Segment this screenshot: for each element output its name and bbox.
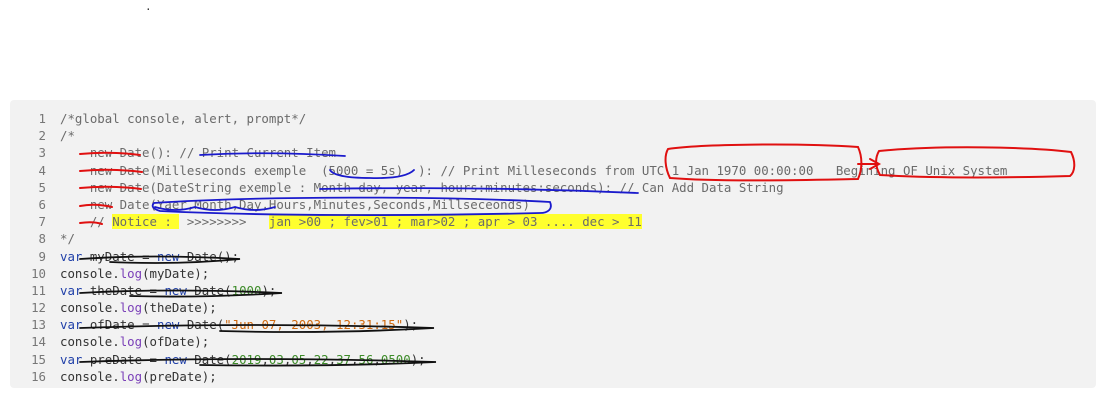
line-number: 13 bbox=[31, 317, 46, 333]
code-token: preDate = bbox=[82, 351, 165, 367]
code-token: var bbox=[60, 317, 83, 333]
code-token: /* bbox=[60, 128, 75, 144]
code-token: new Date(DateString exemple : Month day,… bbox=[60, 179, 784, 195]
code-token: , bbox=[306, 351, 314, 367]
code-token: 0500 bbox=[380, 351, 411, 367]
line-number: 3 bbox=[38, 145, 46, 161]
code-token: var bbox=[60, 351, 83, 367]
code-token: ); bbox=[403, 317, 419, 333]
code-token: Date( bbox=[179, 317, 225, 333]
code-token: log bbox=[119, 334, 143, 350]
code-token: (preDate); bbox=[142, 368, 217, 384]
code-line[interactable]: 7 // Notice : >>>>>>>> jan >00 ; fev>01 … bbox=[22, 213, 1007, 230]
code-line[interactable]: 6 new Date(Yaer,Month,Day,Hours,Minutes,… bbox=[22, 196, 1007, 213]
code-token: console. bbox=[60, 265, 120, 281]
code-area[interactable]: 1/*global console, alert, prompt*/2/* 3 n… bbox=[22, 110, 1007, 385]
code-token: (myDate); bbox=[142, 265, 210, 281]
code-token: new bbox=[164, 282, 187, 298]
code-line[interactable]: 9 var myDate = new Date(); bbox=[22, 248, 1007, 265]
line-number: 2 bbox=[38, 128, 46, 144]
line-number: 15 bbox=[31, 351, 46, 367]
code-line[interactable]: 16 console.log(preDate); bbox=[22, 368, 1007, 385]
code-token: , bbox=[261, 351, 269, 367]
code-token: console. bbox=[60, 334, 120, 350]
code-token: new bbox=[157, 248, 180, 264]
line-number: 5 bbox=[38, 179, 46, 195]
code-token: 37 bbox=[336, 351, 352, 367]
line-number: 9 bbox=[38, 248, 46, 264]
code-token: 56 bbox=[358, 351, 374, 367]
code-token: Date(); bbox=[179, 248, 240, 264]
line-number: 14 bbox=[31, 334, 46, 350]
code-line[interactable]: 15 var preDate = new Date(2019,03,05,22,3… bbox=[22, 351, 1007, 368]
code-token: ); bbox=[261, 282, 277, 298]
line-number: 11 bbox=[31, 282, 46, 298]
code-token: , bbox=[373, 351, 381, 367]
code-token: , bbox=[328, 351, 337, 367]
code-token: new bbox=[164, 351, 187, 367]
code-line[interactable]: 4 new Date(Milleseconds exemple (5000 = … bbox=[22, 162, 1008, 179]
code-token: new Date(Yaer,Month,Day,Hours,Minutes,Se… bbox=[60, 196, 530, 212]
line-number: 6 bbox=[38, 196, 46, 212]
code-token: Date( bbox=[186, 351, 232, 367]
code-line[interactable]: 14 console.log(ofDate); bbox=[22, 333, 1007, 350]
code-token: var bbox=[60, 282, 83, 298]
line-number: 4 bbox=[38, 162, 46, 178]
code-token: new bbox=[157, 317, 180, 333]
code-token: Date( bbox=[186, 282, 232, 298]
code-token: console. bbox=[60, 368, 120, 384]
code-token: jan >00 ; fev>01 ; mar>02 ; apr > 03 ...… bbox=[268, 214, 642, 230]
code-token: myDate = bbox=[82, 248, 157, 264]
code-token: log bbox=[119, 368, 143, 384]
code-line[interactable]: 11 var theDate = new Date(1000); bbox=[22, 282, 1007, 299]
code-token: log bbox=[119, 265, 143, 281]
code-line[interactable]: 5 new Date(DateString exemple : Month da… bbox=[22, 179, 1007, 196]
code-token: (ofDate); bbox=[142, 334, 210, 350]
code-token: (theDate); bbox=[142, 300, 217, 316]
stray-mark: . bbox=[145, 0, 152, 13]
code-token: log bbox=[119, 300, 143, 316]
code-line[interactable]: 13 var ofDate = new Date("Jun 07, 2003, 1… bbox=[22, 316, 1007, 333]
code-token: var bbox=[60, 248, 83, 264]
line-number: 1 bbox=[38, 111, 46, 126]
line-number: 16 bbox=[31, 368, 46, 384]
code-token: 03 bbox=[268, 351, 284, 367]
code-token: console. bbox=[60, 300, 120, 316]
code-token: Notice : bbox=[112, 214, 180, 230]
code-token: "Jun 07, 2003, 12:31:15" bbox=[224, 317, 404, 333]
line-number: 10 bbox=[31, 265, 46, 281]
code-line[interactable]: 12 console.log(theDate); bbox=[22, 299, 1007, 316]
code-token: ); bbox=[410, 351, 426, 367]
code-token: // bbox=[60, 214, 113, 230]
line-number: 7 bbox=[38, 214, 46, 230]
code-token: 2019 bbox=[231, 351, 262, 367]
code-token: /*global console, alert, prompt*/ bbox=[60, 111, 307, 126]
code-token: ofDate = bbox=[82, 317, 157, 333]
code-editor[interactable]: 1/*global console, alert, prompt*/2/* 3 n… bbox=[10, 100, 1096, 388]
code-line[interactable]: 2 /* bbox=[22, 127, 1007, 144]
code-token: new Date(): // Print Current Item bbox=[60, 145, 337, 161]
line-number: 12 bbox=[31, 300, 46, 316]
code-token: new Date(Milleseconds exemple (5000 = 5s… bbox=[60, 162, 1008, 178]
code-token: */ bbox=[60, 231, 75, 247]
code-token: >>>>>>>> bbox=[179, 214, 269, 230]
code-line[interactable]: 10 console.log(myDate); bbox=[22, 265, 1007, 282]
code-token: theDate = bbox=[82, 282, 165, 298]
code-token: 05 bbox=[291, 351, 307, 367]
code-token: 22 bbox=[313, 351, 329, 367]
line-number: 8 bbox=[38, 231, 46, 247]
code-line[interactable]: 1 /*global console, alert, prompt*/ bbox=[22, 110, 1007, 127]
code-token: 1000 bbox=[231, 282, 262, 298]
code-line[interactable]: 3 new Date(): // Print Current Item bbox=[22, 144, 1007, 161]
code-line[interactable]: 8 */ bbox=[22, 230, 1007, 247]
